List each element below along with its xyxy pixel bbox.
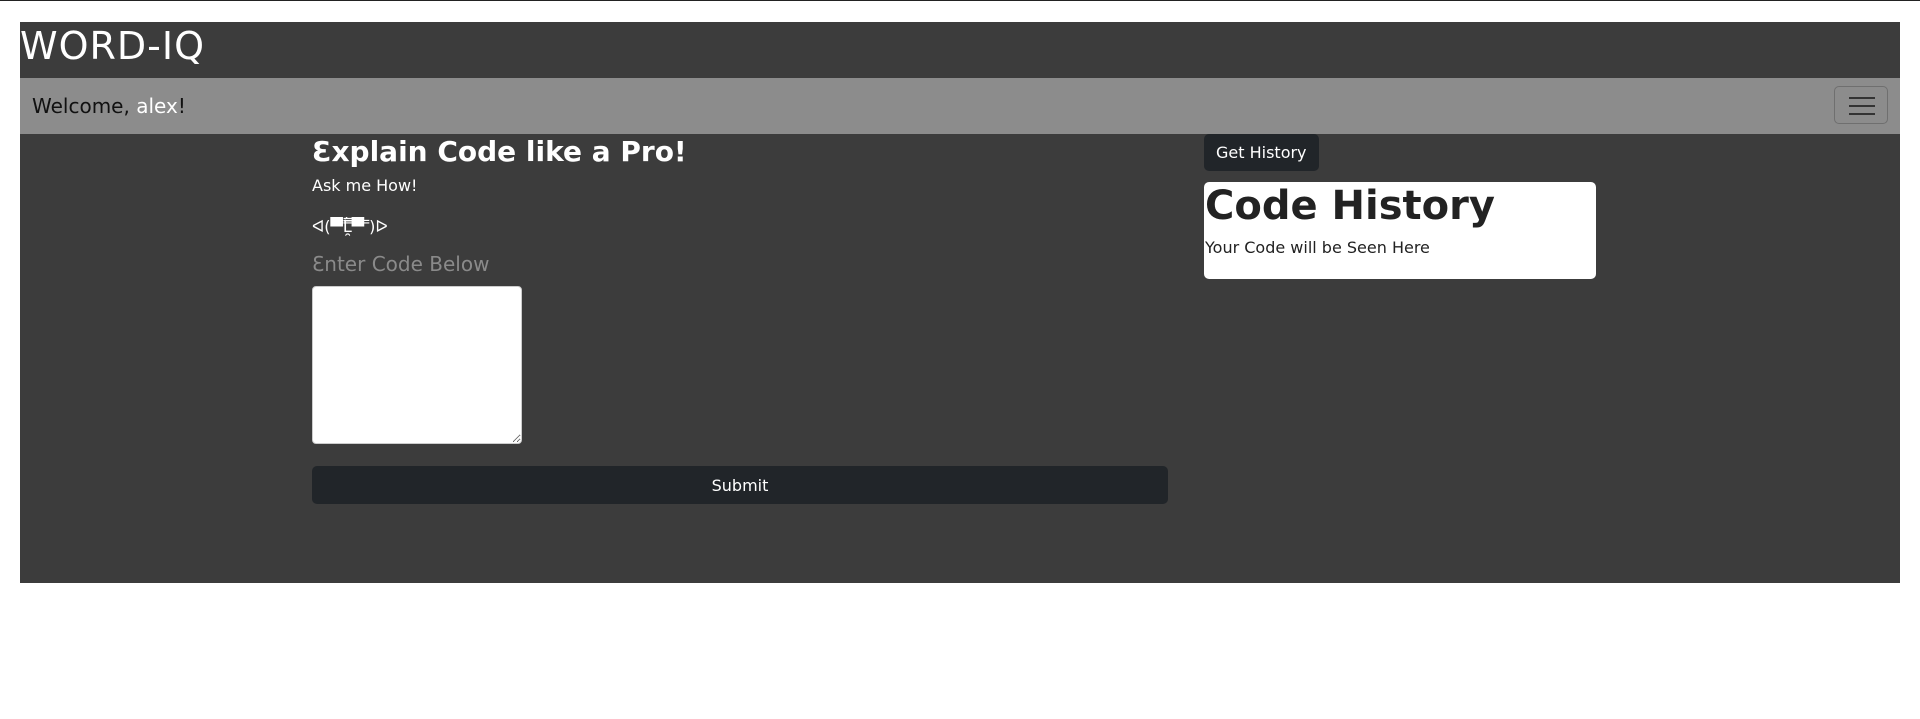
username: alex xyxy=(136,94,178,118)
welcome-message: Welcome, alex! xyxy=(32,94,186,118)
welcome-prefix: Welcome, xyxy=(32,94,137,118)
history-column: Get History Code History Your Code will … xyxy=(1204,134,1596,279)
brand-title: WORD-IQ xyxy=(20,24,205,68)
brand-bar: WORD-IQ xyxy=(20,22,1900,78)
code-input-label: Ɛnter Code Below xyxy=(312,252,490,276)
code-history-title: Code History xyxy=(1205,183,1495,229)
hamburger-icon xyxy=(1849,105,1875,107)
main-column: Ɛxplain Code like a Pro! Ask me How! ᐊ(▀… xyxy=(312,134,1168,504)
page-subtitle: Ask me How! xyxy=(312,176,418,195)
welcome-suffix: ! xyxy=(177,94,186,118)
get-history-button[interactable]: Get History xyxy=(1204,134,1319,171)
page-title: Ɛxplain Code like a Pro! xyxy=(312,135,687,168)
menu-toggle-button[interactable] xyxy=(1834,86,1888,124)
code-history-text: Your Code will be Seen Here xyxy=(1205,238,1430,257)
code-input[interactable] xyxy=(312,286,522,444)
submit-button[interactable]: Submit xyxy=(312,466,1168,504)
hamburger-icon xyxy=(1849,97,1875,99)
app-container: WORD-IQ Welcome, alex! Ɛxplain Code like… xyxy=(20,22,1900,583)
kaomoji-decoration: ᐊ(▀̿̿Ĺ̯̿̿▀̿ ̿)ᐅ xyxy=(312,217,388,236)
navbar: Welcome, alex! xyxy=(20,78,1900,134)
code-history-card: Code History Your Code will be Seen Here xyxy=(1204,182,1596,279)
hamburger-icon xyxy=(1849,113,1875,115)
